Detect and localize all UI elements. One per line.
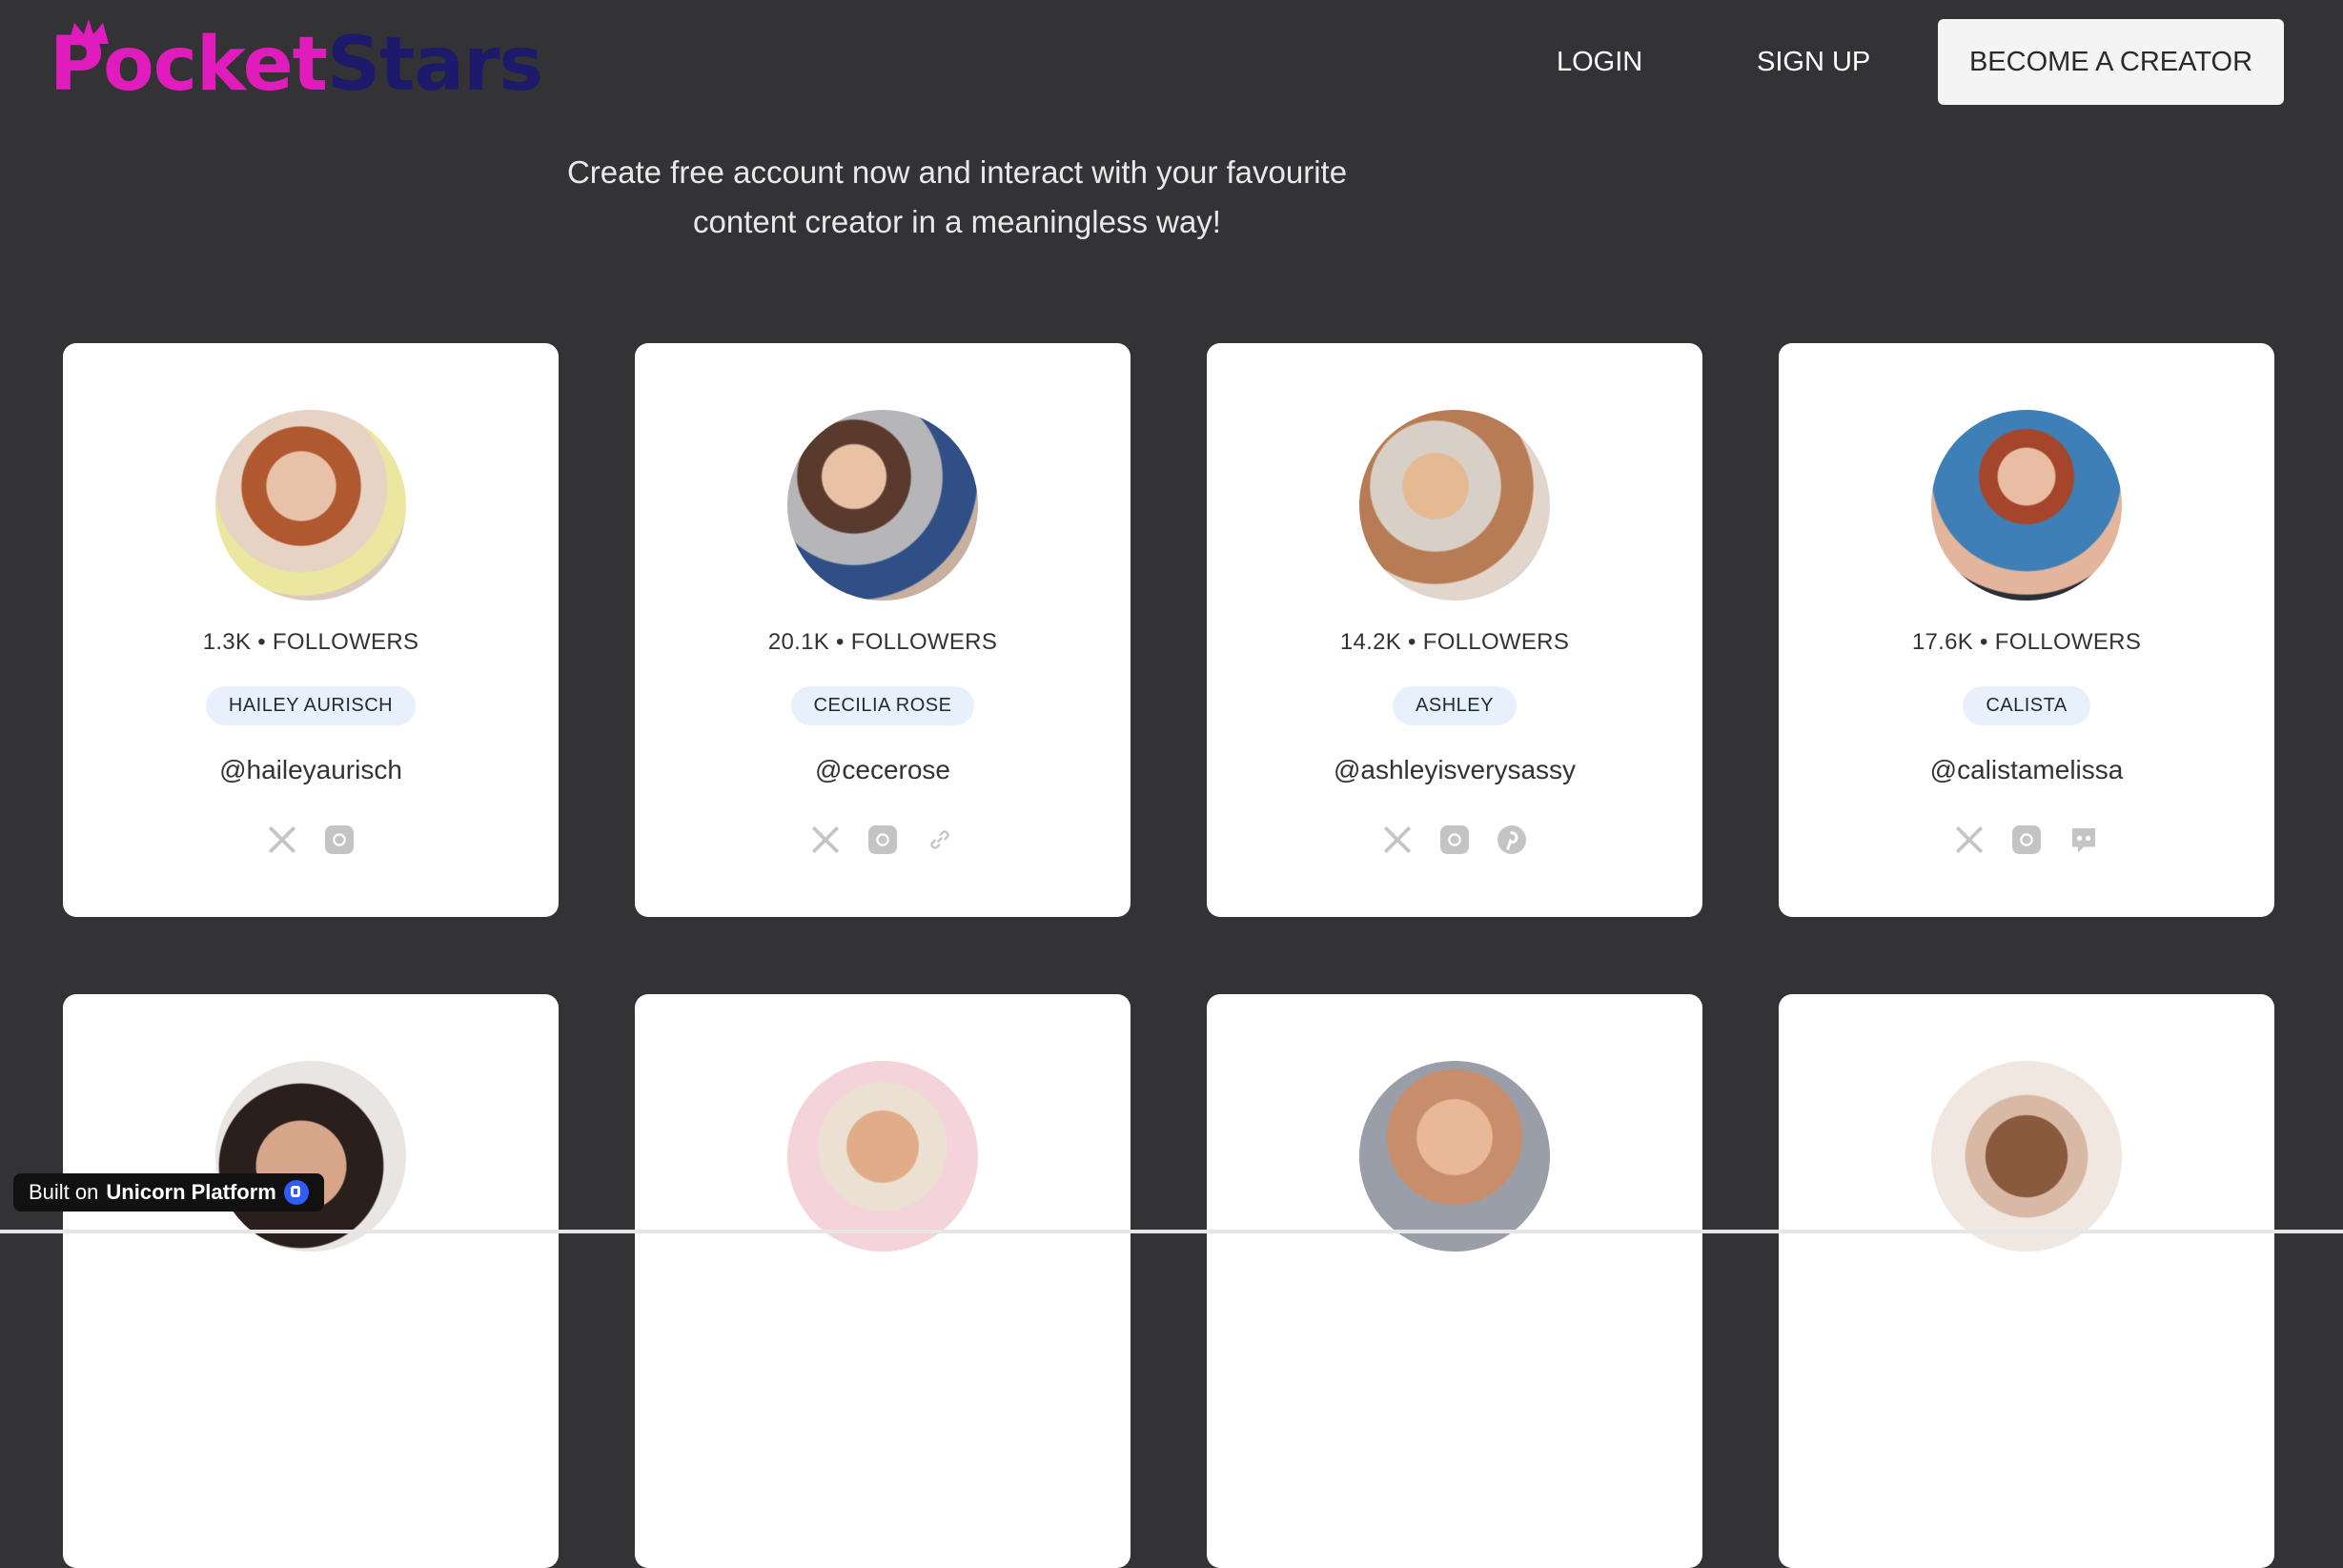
creator-card[interactable]: 1.3K • FOLLOWERS HAILEY AURISCH @haileya… xyxy=(63,343,559,917)
x-icon[interactable] xyxy=(264,822,300,858)
badge-brand: Unicorn Platform xyxy=(106,1180,276,1204)
creator-avatar xyxy=(215,410,406,601)
creator-handle[interactable]: @haileyaurisch xyxy=(63,755,559,785)
tagline-line-2: content creator in a meaningless way! xyxy=(693,204,1221,239)
creator-name-pill: HAILEY AURISCH xyxy=(205,686,417,725)
pinterest-icon[interactable] xyxy=(1494,822,1530,858)
creator-handle[interactable]: @ashleyisverysassy xyxy=(1207,755,1702,785)
social-links xyxy=(635,822,1131,858)
creator-handle[interactable]: @cecerose xyxy=(635,755,1131,785)
instagram-icon[interactable] xyxy=(2008,822,2045,858)
creator-card[interactable] xyxy=(63,994,559,1568)
unicorn-platform-icon xyxy=(283,1180,309,1205)
x-icon[interactable] xyxy=(807,822,844,858)
creator-card[interactable] xyxy=(635,994,1131,1568)
header: Pocket Stars LOGIN SIGN UP BECOME A CREAT… xyxy=(0,0,2343,133)
instagram-icon[interactable] xyxy=(321,822,357,858)
link-icon[interactable] xyxy=(922,822,958,858)
creator-avatar xyxy=(215,1061,406,1252)
creator-name-pill: CECILIA ROSE xyxy=(790,686,975,725)
tagline-line-1: Create free account now and interact wit… xyxy=(566,154,1348,190)
creator-avatar xyxy=(1931,1061,2122,1252)
instagram-icon[interactable] xyxy=(1436,822,1473,858)
creator-avatar xyxy=(1931,410,2122,601)
social-links xyxy=(63,822,559,858)
page-bottom-divider xyxy=(0,1230,2343,1233)
logo-part-stars: Stars xyxy=(326,22,543,108)
creator-avatar xyxy=(787,1061,978,1252)
followers-count: 1.3K • FOLLOWERS xyxy=(202,629,419,655)
followers-count: 20.1K • FOLLOWERS xyxy=(767,629,998,655)
built-on-unicorn-badge[interactable]: Built on Unicorn Platform xyxy=(13,1173,324,1212)
creator-card[interactable] xyxy=(1779,994,2274,1568)
creator-avatar xyxy=(1359,1061,1550,1252)
social-links xyxy=(1779,822,2274,858)
creator-name-pill: ASHLEY xyxy=(1393,686,1517,725)
followers-count: 17.6K • FOLLOWERS xyxy=(1911,629,2142,655)
tagline: Create free account now and interact wit… xyxy=(0,148,2343,247)
creator-card[interactable]: 17.6K • FOLLOWERS CALISTA @calistameliss… xyxy=(1779,343,2274,917)
discord-icon[interactable] xyxy=(2066,822,2102,858)
pocketstars-logo[interactable]: Pocket Stars xyxy=(50,17,543,112)
signup-link[interactable]: SIGN UP xyxy=(1757,38,1870,86)
creator-card[interactable]: 20.1K • FOLLOWERS CECILIA ROSE @cecerose xyxy=(635,343,1131,917)
creator-card[interactable] xyxy=(1207,994,1702,1568)
creator-card[interactable]: 14.2K • FOLLOWERS ASHLEY @ashleyisverysa… xyxy=(1207,343,1702,917)
creator-avatar xyxy=(1359,410,1550,601)
followers-count: 14.2K • FOLLOWERS xyxy=(1339,629,1570,655)
x-icon[interactable] xyxy=(1951,822,1987,858)
x-icon[interactable] xyxy=(1379,822,1416,858)
become-creator-button[interactable]: BECOME A CREATOR xyxy=(1938,19,2284,105)
crown-icon xyxy=(69,19,109,44)
creator-handle[interactable]: @calistamelissa xyxy=(1779,755,2274,785)
creator-name-pill: CALISTA xyxy=(1963,686,2090,725)
badge-prefix: Built on xyxy=(29,1180,99,1204)
login-link[interactable]: LOGIN xyxy=(1557,38,1642,86)
instagram-icon[interactable] xyxy=(865,822,901,858)
social-links xyxy=(1207,822,1702,858)
creator-avatar xyxy=(787,410,978,601)
